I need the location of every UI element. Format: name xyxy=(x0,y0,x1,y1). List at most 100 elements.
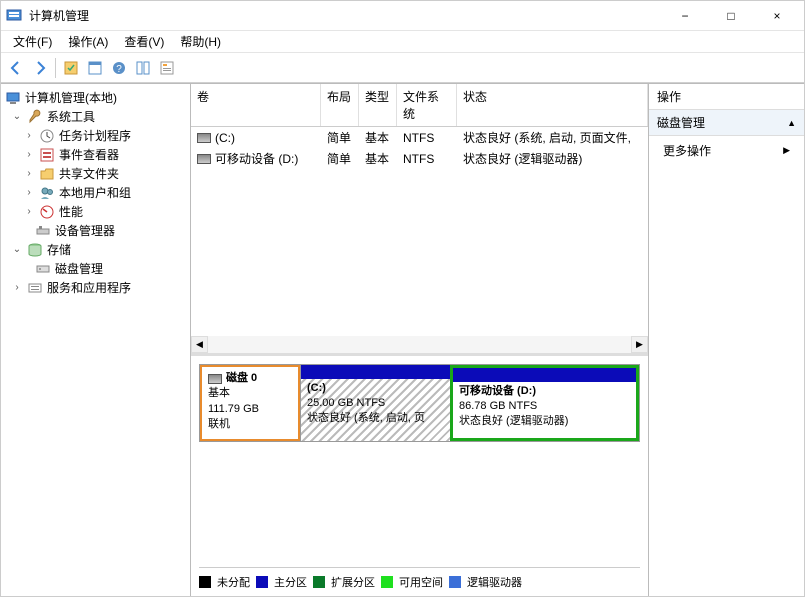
partition-header-bar xyxy=(453,368,636,382)
center-panel: 卷 布局 类型 文件系统 状态 (C:) 简单 基本 NTFS 状态良好 (系统… xyxy=(191,84,649,596)
volume-row[interactable]: 可移动设备 (D:) 简单 基本 NTFS 状态良好 (逻辑驱动器) xyxy=(191,148,648,169)
expander-icon[interactable]: › xyxy=(23,168,35,179)
computer-icon xyxy=(5,90,21,106)
horizontal-scrollbar[interactable]: ◀ ▶ xyxy=(191,336,648,353)
folder-share-icon xyxy=(39,166,55,182)
disk-label: 磁盘 0 xyxy=(226,371,257,386)
tree-event-viewer[interactable]: › 事件查看器 xyxy=(3,145,188,164)
scroll-left-button[interactable]: ◀ xyxy=(191,336,208,353)
chevron-right-icon: ▶ xyxy=(783,145,790,156)
properties-button[interactable] xyxy=(156,57,178,79)
actions-sub-label: 磁盘管理 xyxy=(657,114,705,131)
wrench-icon xyxy=(27,109,43,125)
scroll-right-button[interactable]: ▶ xyxy=(631,336,648,353)
disk-info[interactable]: 磁盘 0 基本 111.79 GB 联机 xyxy=(200,365,300,441)
minimize-button[interactable]: − xyxy=(662,1,708,31)
partition-d[interactable]: 可移动设备 (D:) 86.78 GB NTFS 状态良好 (逻辑驱动器) xyxy=(450,365,639,441)
forward-button[interactable] xyxy=(29,57,51,79)
tree-services-apps[interactable]: › 服务和应用程序 xyxy=(3,278,188,297)
vol-layout: 简单 xyxy=(321,149,359,168)
swatch-free xyxy=(381,576,393,588)
actions-disk-mgmt[interactable]: 磁盘管理 ▲ xyxy=(649,110,804,136)
actions-header: 操作 xyxy=(649,84,804,110)
refresh-button[interactable] xyxy=(60,57,82,79)
tree-task-scheduler[interactable]: › 任务计划程序 xyxy=(3,126,188,145)
toolbar-separator xyxy=(55,58,56,78)
partition-c[interactable]: (C:) 25.00 GB NTFS 状态良好 (系统, 启动, 页 xyxy=(300,365,450,441)
col-layout[interactable]: 布局 xyxy=(321,84,359,126)
menu-file[interactable]: 文件(F) xyxy=(5,31,60,52)
svg-text:?: ? xyxy=(116,64,122,75)
event-icon xyxy=(39,147,55,163)
performance-icon xyxy=(39,204,55,220)
tree-label: 共享文件夹 xyxy=(59,165,119,182)
volume-list-header: 卷 布局 类型 文件系统 状态 xyxy=(191,84,648,127)
vol-name: 可移动设备 (D:) xyxy=(215,150,298,167)
toolbar: ? xyxy=(1,53,804,83)
back-button[interactable] xyxy=(5,57,27,79)
expander-icon[interactable]: ⌄ xyxy=(11,111,23,122)
disk-state: 联机 xyxy=(208,417,292,432)
actions-panel: 操作 磁盘管理 ▲ 更多操作 ▶ xyxy=(649,84,804,596)
disk-row[interactable]: 磁盘 0 基本 111.79 GB 联机 (C:) 25.00 GB NTFS … xyxy=(199,364,640,442)
tree-device-manager[interactable]: 设备管理器 xyxy=(3,221,188,240)
expander-icon[interactable]: › xyxy=(23,187,35,198)
tree-performance[interactable]: › 性能 xyxy=(3,202,188,221)
tree-storage[interactable]: ⌄ 存储 xyxy=(3,240,188,259)
expander-icon[interactable]: › xyxy=(23,130,35,141)
nav-tree[interactable]: 计算机管理(本地) ⌄ 系统工具 › 任务计划程序 › 事件查看器 › 共享文件… xyxy=(1,84,191,596)
expander-icon[interactable]: › xyxy=(23,206,35,217)
tree-system-tools[interactable]: ⌄ 系统工具 xyxy=(3,107,188,126)
menu-help[interactable]: 帮助(H) xyxy=(172,31,229,52)
vol-status: 状态良好 (逻辑驱动器) xyxy=(457,149,648,168)
tree-local-users[interactable]: › 本地用户和组 xyxy=(3,183,188,202)
volume-row[interactable]: (C:) 简单 基本 NTFS 状态良好 (系统, 启动, 页面文件, xyxy=(191,127,648,148)
maximize-button[interactable]: □ xyxy=(708,1,754,31)
legend-label: 未分配 xyxy=(217,574,250,590)
col-filesystem[interactable]: 文件系统 xyxy=(397,84,457,126)
scroll-track[interactable] xyxy=(208,336,631,353)
window-title: 计算机管理 xyxy=(29,7,662,24)
tree-shared-folders[interactable]: › 共享文件夹 xyxy=(3,164,188,183)
menu-view[interactable]: 查看(V) xyxy=(116,31,172,52)
tree-label: 服务和应用程序 xyxy=(47,279,131,296)
part-size: 86.78 GB NTFS xyxy=(459,399,630,414)
vol-name: (C:) xyxy=(215,131,235,145)
legend-label: 逻辑驱动器 xyxy=(467,574,522,590)
tree-root[interactable]: 计算机管理(本地) xyxy=(3,88,188,107)
collapse-icon: ▲ xyxy=(787,118,796,128)
partition-header-bar xyxy=(301,365,450,379)
part-status: 状态良好 (系统, 启动, 页 xyxy=(307,411,444,426)
expander-icon[interactable]: ⌄ xyxy=(11,244,23,255)
part-status: 状态良好 (逻辑驱动器) xyxy=(459,414,630,429)
col-status[interactable]: 状态 xyxy=(457,84,648,126)
swatch-primary xyxy=(256,576,268,588)
swatch-extended xyxy=(313,576,325,588)
disk-icon xyxy=(208,374,222,384)
vol-layout: 简单 xyxy=(321,128,359,147)
view-button-2[interactable] xyxy=(132,57,154,79)
clock-icon xyxy=(39,128,55,144)
menu-action[interactable]: 操作(A) xyxy=(60,31,116,52)
tree-label: 本地用户和组 xyxy=(59,184,131,201)
help-icon-button[interactable]: ? xyxy=(108,57,130,79)
view-button-1[interactable] xyxy=(84,57,106,79)
tree-label: 计算机管理(本地) xyxy=(25,89,117,106)
legend-label: 扩展分区 xyxy=(331,574,375,590)
expander-icon[interactable]: › xyxy=(23,149,35,160)
expander-icon[interactable]: › xyxy=(11,282,23,293)
col-type[interactable]: 类型 xyxy=(359,84,397,126)
col-volume[interactable]: 卷 xyxy=(191,84,321,126)
tree-label: 系统工具 xyxy=(47,108,95,125)
menu-bar: 文件(F) 操作(A) 查看(V) 帮助(H) xyxy=(1,31,804,53)
close-button[interactable]: × xyxy=(754,1,800,31)
disk-kind: 基本 xyxy=(208,386,292,401)
tree-disk-management[interactable]: 磁盘管理 xyxy=(3,259,188,278)
tree-label: 存储 xyxy=(47,241,71,258)
storage-icon xyxy=(27,242,43,258)
actions-more[interactable]: 更多操作 ▶ xyxy=(649,136,804,165)
disk-graphic-panel: 磁盘 0 基本 111.79 GB 联机 (C:) 25.00 GB NTFS … xyxy=(191,356,648,596)
legend-label: 可用空间 xyxy=(399,574,443,590)
title-bar: 计算机管理 − □ × xyxy=(1,1,804,31)
users-icon xyxy=(39,185,55,201)
